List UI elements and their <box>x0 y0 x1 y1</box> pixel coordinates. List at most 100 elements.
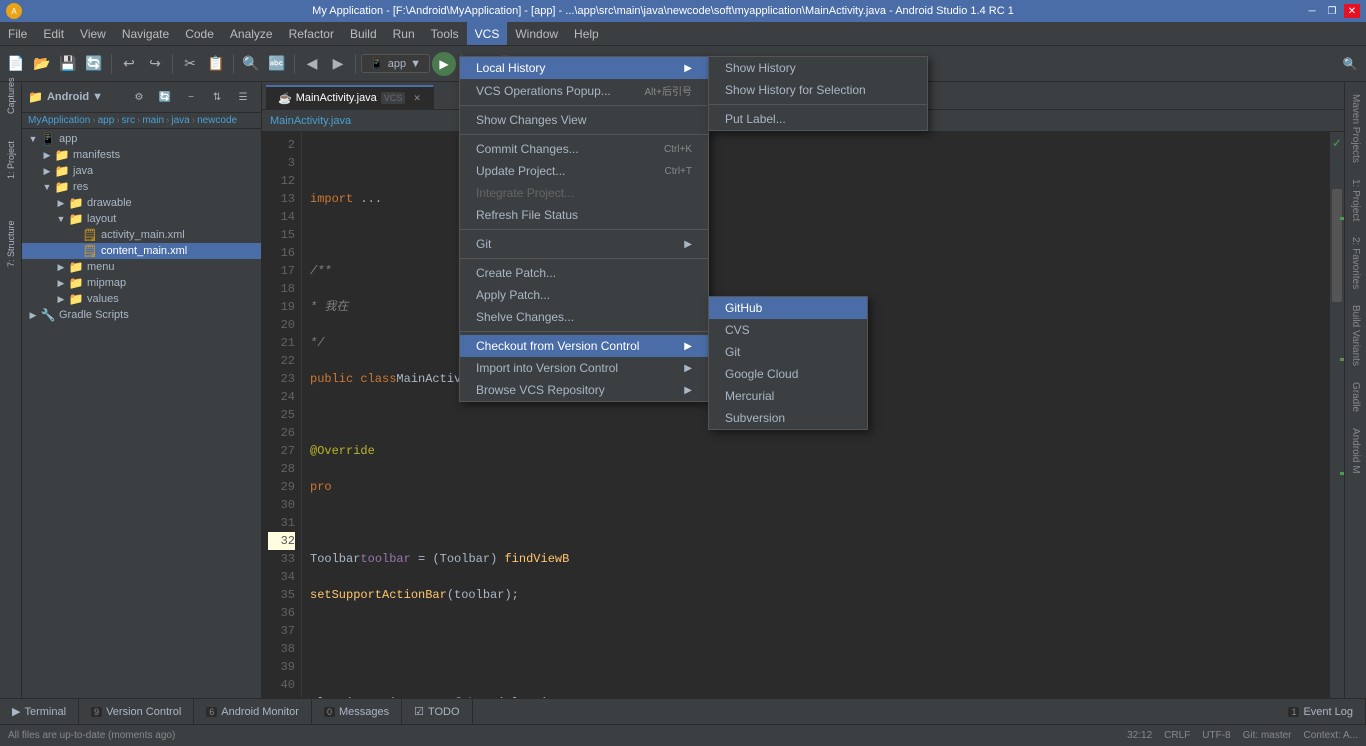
toolbar-undo-btn[interactable]: ↩ <box>117 52 141 76</box>
android-monitor-tab[interactable]: 6 Android Monitor <box>194 699 312 724</box>
favorites-panel[interactable]: 2: Favorites <box>1347 229 1364 297</box>
app-selector[interactable]: 📱 app ▼ <box>361 54 430 73</box>
toolbar-find-btn[interactable]: 🔍 <box>239 52 263 76</box>
toolbar-copy-btn[interactable]: 📋 <box>204 52 228 76</box>
toolbar-back-btn[interactable]: ◀ <box>300 52 324 76</box>
vcs-create-patch[interactable]: Create Patch... <box>460 262 708 284</box>
menu-help[interactable]: Help <box>566 22 607 45</box>
structure-panel-icon[interactable]: 7: Structure <box>1 234 21 254</box>
event-log-tab[interactable]: 1 Event Log <box>1276 699 1366 724</box>
terminal-tab[interactable]: ▶ Terminal <box>0 699 79 724</box>
menu-analyze[interactable]: Analyze <box>222 22 281 45</box>
vcs-checkout[interactable]: Checkout from Version Control ▶ <box>460 335 708 357</box>
search-everywhere-btn[interactable]: 🔍 <box>1338 52 1362 76</box>
tree-item-menu[interactable]: ▶ 📁 menu <box>22 259 261 275</box>
project-panel-right[interactable]: 1: Project <box>1347 171 1364 229</box>
menu-view[interactable]: View <box>72 22 114 45</box>
checkout-subversion[interactable]: Subversion <box>709 407 867 429</box>
toolbar-new-btn[interactable]: 📄 <box>4 52 28 76</box>
close-button[interactable]: ✕ <box>1344 4 1360 18</box>
tree-item-java[interactable]: ▶ 📁 java <box>22 163 261 179</box>
vcs-git[interactable]: Git ▶ <box>460 233 708 255</box>
breadcrumb-app[interactable]: app <box>98 115 115 126</box>
breadcrumb-java[interactable]: java <box>171 115 189 126</box>
status-text: All files are up-to-date (moments ago) <box>8 730 175 741</box>
vcs-refresh[interactable]: Refresh File Status <box>460 204 708 226</box>
tree-item-gradle[interactable]: ▶ 🔧 Gradle Scripts <box>22 307 261 323</box>
breadcrumb-newcode[interactable]: newcode <box>197 115 237 126</box>
vcs-apply-patch[interactable]: Apply Patch... <box>460 284 708 306</box>
project-collapse-btn[interactable]: − <box>179 85 203 109</box>
breadcrumb-mainactivity[interactable]: MainActivity.java <box>270 115 351 127</box>
menu-vcs[interactable]: VCS <box>467 22 508 45</box>
checkout-cvs[interactable]: CVS <box>709 319 867 341</box>
menu-refactor[interactable]: Refactor <box>281 22 342 45</box>
tree-item-drawable[interactable]: ▶ 📁 drawable <box>22 195 261 211</box>
vcs-browse[interactable]: Browse VCS Repository ▶ <box>460 379 708 401</box>
toolbar-forward-btn[interactable]: ▶ <box>326 52 350 76</box>
scroll-indicator[interactable]: ✓ <box>1330 132 1344 698</box>
tree-item-values[interactable]: ▶ 📁 values <box>22 291 261 307</box>
vcs-operations-popup[interactable]: VCS Operations Popup... Alt+后引号 <box>460 79 708 102</box>
project-settings-btn[interactable]: ⚙ <box>127 85 151 109</box>
project-dropdown[interactable]: Android ▼ <box>47 91 103 103</box>
run-button[interactable]: ▶ <box>432 52 456 76</box>
tree-item-content-main[interactable]: ▶ 🗒 content_main.xml <box>22 243 261 259</box>
toolbar-save-btn[interactable]: 💾 <box>56 52 80 76</box>
lh-show-history-selection[interactable]: Show History for Selection <box>709 79 927 101</box>
editor-tab-mainactivity[interactable]: ☕ MainActivity.java VCS ✕ <box>266 85 434 109</box>
version-control-tab[interactable]: 9 Version Control <box>79 699 194 724</box>
restore-button[interactable]: ❐ <box>1324 4 1340 18</box>
todo-tab[interactable]: ☑ TODO <box>402 699 472 724</box>
terminal-icon: ▶ <box>12 705 20 718</box>
menu-tools[interactable]: Tools <box>423 22 467 45</box>
checkout-google-cloud[interactable]: Google Cloud <box>709 363 867 385</box>
vcs-update[interactable]: Update Project... Ctrl+T <box>460 160 708 182</box>
tree-item-layout[interactable]: ▼ 📁 layout <box>22 211 261 227</box>
tab-close-icon[interactable]: ✕ <box>413 93 421 104</box>
vcs-show-changes[interactable]: Show Changes View <box>460 109 708 131</box>
messages-tab[interactable]: 0 Messages <box>312 699 402 724</box>
project-sync-btn[interactable]: 🔄 <box>153 85 177 109</box>
vcs-local-history[interactable]: Local History ▶ <box>460 57 708 79</box>
gradle-panel[interactable]: Gradle <box>1347 374 1364 420</box>
checkout-mercurial[interactable]: Mercurial <box>709 385 867 407</box>
menu-code[interactable]: Code <box>177 22 222 45</box>
menu-navigate[interactable]: Navigate <box>114 22 177 45</box>
toolbar-replace-btn[interactable]: 🔤 <box>265 52 289 76</box>
checkout-git[interactable]: Git <box>709 341 867 363</box>
menu-edit[interactable]: Edit <box>35 22 72 45</box>
minimize-button[interactable]: ─ <box>1304 4 1320 18</box>
project-gear-btn[interactable]: ☰ <box>231 85 255 109</box>
vcs-commit[interactable]: Commit Changes... Ctrl+K <box>460 138 708 160</box>
menu-file[interactable]: File <box>0 22 35 45</box>
toolbar-sync-btn[interactable]: 🔄 <box>82 52 106 76</box>
captures-panel-icon[interactable]: Captures <box>1 86 21 106</box>
breadcrumb-myapplication[interactable]: MyApplication <box>28 115 90 126</box>
project-panel: 📁 Android ▼ ⚙ 🔄 − ⇅ ☰ MyApplication › ap… <box>22 82 262 698</box>
tree-item-activity-main[interactable]: ▶ 🗒 activity_main.xml <box>22 227 261 243</box>
chevron-down-icon: ▼ <box>410 58 421 70</box>
breadcrumb-main[interactable]: main <box>142 115 164 126</box>
project-sort-btn[interactable]: ⇅ <box>205 85 229 109</box>
menu-window[interactable]: Window <box>507 22 566 45</box>
vcs-shelve[interactable]: Shelve Changes... <box>460 306 708 328</box>
toolbar-open-btn[interactable]: 📂 <box>30 52 54 76</box>
toolbar-redo-btn[interactable]: ↪ <box>143 52 167 76</box>
project-panel-icon[interactable]: 1: Project <box>1 150 21 170</box>
tree-item-res[interactable]: ▼ 📁 res <box>22 179 261 195</box>
maven-projects-panel[interactable]: Maven Projects <box>1347 86 1364 171</box>
checkout-github[interactable]: GitHub <box>709 297 867 319</box>
tree-item-manifests[interactable]: ▶ 📁 manifests <box>22 147 261 163</box>
build-variants-panel[interactable]: Build Variants <box>1347 297 1364 374</box>
toolbar-cut-btn[interactable]: ✂ <box>178 52 202 76</box>
android-monitor-right[interactable]: Android M <box>1347 420 1364 482</box>
tree-item-app[interactable]: ▼ 📱 app <box>22 131 261 147</box>
lh-show-history[interactable]: Show History <box>709 57 927 79</box>
tree-item-mipmap[interactable]: ▶ 📁 mipmap <box>22 275 261 291</box>
menu-build[interactable]: Build <box>342 22 385 45</box>
menu-run[interactable]: Run <box>385 22 423 45</box>
lh-put-label[interactable]: Put Label... <box>709 108 927 130</box>
vcs-import[interactable]: Import into Version Control ▶ <box>460 357 708 379</box>
breadcrumb-src[interactable]: src <box>122 115 135 126</box>
